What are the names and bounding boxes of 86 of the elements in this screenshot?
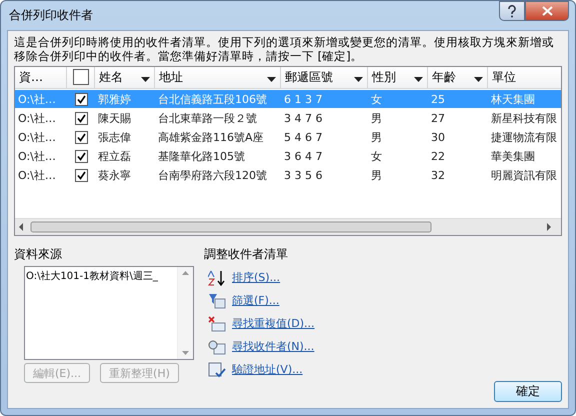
instruction-text: 這是合併列印時將使用的收件者清單。使用下列的選項來新增或變更您的清單。使用核取方塊來新增或移除合併列印中的收件者。當您準備好清單時，請按一下 [確定]。 [14,35,555,63]
table-cell-text: 男 [370,110,383,126]
check-icon [76,170,86,180]
sort-icon [208,270,226,286]
table-cell-text: 台北信義路五段106號 [157,92,268,106]
close-button[interactable] [525,1,569,21]
table-cell-text: 捷運物流有限 [490,130,558,144]
table-cell-text: O:\社… [17,148,57,164]
table-cell-text: 華美集團 [490,148,536,164]
column-header[interactable]: 郵遞區號 [281,67,368,89]
table-cell-text: O:\社… [17,168,57,182]
table-cell-text: 台北東華路一段２號 [157,110,258,126]
table-cell-text: 男 [370,130,383,144]
vertical-scrollbar[interactable] [177,267,193,359]
help-icon [507,4,517,18]
row-checkbox[interactable] [74,168,88,182]
table-cell-text: 22 [430,150,446,162]
table-cell-text: 3 3 5 6 [283,168,324,182]
table-row[interactable]: O:\社… 陳天賜 台北東華路一段２號 3 4 7 6 男 27 新星科技有限 [15,109,561,127]
check-icon [76,94,86,104]
table-cell-text: 張志偉 [97,130,132,144]
dropdown-arrow-icon[interactable] [414,77,423,83]
action-link[interactable]: 排序(S)... [232,270,280,285]
table-cell-text: O:\社… [17,110,57,126]
help-button[interactable] [499,1,525,21]
scroll-up-icon[interactable] [182,271,189,275]
table-cell-text: 3 6 4 7 [283,150,324,162]
table-cell-text: 陳天賜 [97,110,132,126]
column-header[interactable]: 資… [15,67,67,89]
section-label: 調整收件者清單 [204,246,289,263]
filter-icon [208,292,226,308]
column-header[interactable]: 姓名 [95,67,155,89]
table-cell-text: 3 4 7 6 [283,112,324,124]
validate-icon [208,362,226,378]
check-icon [76,152,86,160]
dropdown-arrow-icon[interactable] [474,77,483,83]
table-cell-text: 葵永寧 [97,168,132,182]
dropdown-arrow-icon[interactable] [141,77,150,83]
row-checkbox[interactable] [74,130,88,144]
table-cell-text: 高雄紫金路116號A座 [157,130,265,144]
column-header[interactable]: 年齡 [428,67,488,89]
table-row[interactable]: O:\社… 張志偉 高雄紫金路116號A座 5 4 6 7 男 30 捷運物流有限 [15,128,561,146]
check-icon [76,132,86,142]
horizontal-scrollbar[interactable] [15,218,561,235]
find-icon [208,338,226,354]
select-all-checkbox[interactable] [73,69,89,85]
table-cell-text: O:\社… [17,92,57,106]
table-cell-text: 明麗資訊有限 [490,168,558,182]
window-title: 合併列印收件者 [8,7,93,24]
action-link[interactable]: 驗證地址(V)... [232,362,303,377]
table-cell-text: 新星科技有限 [490,110,558,126]
close-icon [542,6,552,16]
action-link[interactable]: 篩選(F)... [232,293,280,308]
dropdown-arrow-icon[interactable] [354,77,363,83]
table-row[interactable]: O:\社… 葵永寧 台南學府路六段120號 3 3 5 6 男 32 明麗資訊有限 [15,166,561,184]
scroll-down-icon[interactable] [182,351,189,355]
table-cell-text: 6 1 3 7 [283,92,324,106]
check-icon [76,114,86,122]
table-cell-text: 女 [370,148,383,164]
table-cell-text: 27 [430,112,446,124]
column-header[interactable]: 地址 [155,67,281,89]
ok-button[interactable]: 確定 [494,381,562,402]
row-checkbox[interactable] [74,92,88,106]
table-cell-text: 台南學府路六段120號 [157,168,268,182]
table-cell-text: 5 4 6 7 [283,130,324,144]
table-cell-text: O:\社… [17,130,57,144]
table-cell-text: 男 [370,168,383,182]
table-cell-text: 林天集團 [490,92,536,106]
row-checkbox[interactable] [74,112,88,124]
section-label: 資料來源 [14,246,63,263]
row-checkbox[interactable] [74,150,88,162]
table-cell-text: 基隆華化路105號 [157,148,246,164]
table-row[interactable]: O:\社… 程立磊 基隆華化路105號 3 6 4 7 女 22 華美集團 [15,147,561,165]
action-link[interactable]: 尋找收件者(N)... [232,339,314,354]
dropdown-arrow-icon[interactable] [267,77,276,83]
data-source-list[interactable]: O:\社大101-1教材資料\週三_ [24,266,194,360]
table-cell-text: 女 [370,92,383,106]
column-header[interactable]: 性別 [368,67,428,89]
table-cell-text: 30 [430,130,446,144]
table-cell-text: 程立磊 [97,148,132,164]
action-link[interactable]: 尋找重複值(D)... [232,316,315,331]
duplicates-icon [208,316,226,332]
table-cell-text: 25 [430,92,446,106]
table-cell-text: 郭雅婷 [97,92,132,106]
table-cell-text: 32 [430,168,446,182]
list-item[interactable]: O:\社大101-1教材資料\週三_ [25,267,177,285]
